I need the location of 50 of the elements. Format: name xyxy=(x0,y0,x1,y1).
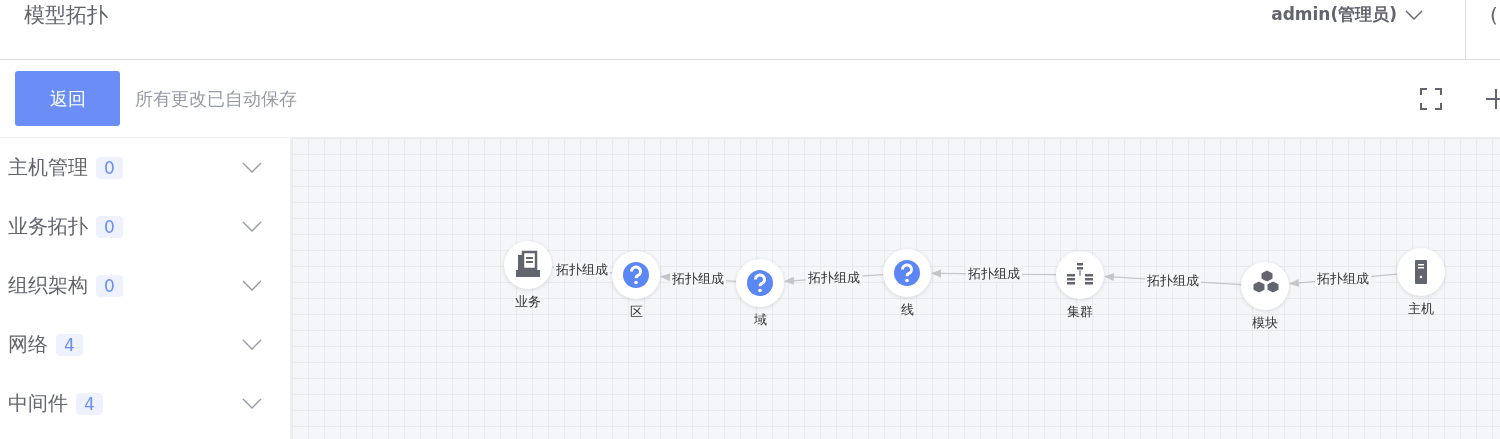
count-badge: 4 xyxy=(56,333,83,356)
chevron-down-icon xyxy=(242,162,262,173)
topology-node[interactable] xyxy=(736,259,784,307)
user-menu[interactable]: admin(管理员) xyxy=(1271,3,1423,26)
page-title: 模型拓扑 xyxy=(24,1,108,29)
edge-label: 拓扑组成 xyxy=(1144,272,1201,289)
node-label: 业务 xyxy=(515,293,541,311)
plus-icon[interactable] xyxy=(1486,87,1500,110)
edge-label: 拓扑组成 xyxy=(965,266,1022,282)
node-label: 线 xyxy=(900,301,914,319)
hierarchy-icon xyxy=(1067,263,1093,285)
count-badge: 0 xyxy=(96,215,123,238)
chevron-down-icon xyxy=(1405,9,1423,20)
chevron-down-icon xyxy=(242,221,262,232)
count-badge: 0 xyxy=(96,156,123,179)
server-icon xyxy=(1415,260,1427,284)
node-label: 集群 xyxy=(1067,303,1093,321)
edge-label: 拓扑组成 xyxy=(670,271,726,287)
autosave-status: 所有更改已自动保存 xyxy=(135,86,297,111)
count-badge: 0 xyxy=(96,274,123,297)
document-tray-icon xyxy=(516,250,540,277)
topology-node[interactable] xyxy=(1056,251,1104,299)
topology-node[interactable] xyxy=(883,249,931,297)
fullscreen-icon[interactable] xyxy=(1420,87,1442,110)
edge-label: 拓扑组成 xyxy=(1315,271,1371,287)
edge-label: 拓扑组成 xyxy=(554,262,610,278)
chevron-down-icon xyxy=(242,398,262,409)
topology-node[interactable] xyxy=(612,251,660,299)
node-label: 域 xyxy=(753,311,767,329)
cubes-icon xyxy=(1252,269,1280,294)
category-group[interactable]: 中间件 4 xyxy=(0,374,290,433)
back-button[interactable]: 返回 xyxy=(15,71,120,126)
topology-node[interactable] xyxy=(504,241,552,289)
question-icon xyxy=(894,260,920,286)
question-icon xyxy=(623,262,649,288)
node-label: 模块 xyxy=(1252,314,1278,332)
edge-label: 拓扑组成 xyxy=(805,270,862,286)
question-icon xyxy=(747,270,773,296)
category-group[interactable]: 组织架构 0 xyxy=(0,256,290,315)
topology-node[interactable] xyxy=(1241,262,1289,310)
category-group[interactable]: 业务拓扑 0 xyxy=(0,197,290,256)
category-group[interactable]: 主机管理 0 xyxy=(0,138,290,197)
count-badge: 4 xyxy=(76,392,103,415)
topology-node[interactable] xyxy=(1397,248,1445,296)
chevron-down-icon xyxy=(242,280,262,291)
node-label: 区 xyxy=(629,303,643,321)
node-label: 主机 xyxy=(1408,300,1434,318)
header-text: ( xyxy=(1490,2,1499,27)
chevron-down-icon xyxy=(242,339,262,350)
category-group[interactable]: 网络 4 xyxy=(0,315,290,374)
